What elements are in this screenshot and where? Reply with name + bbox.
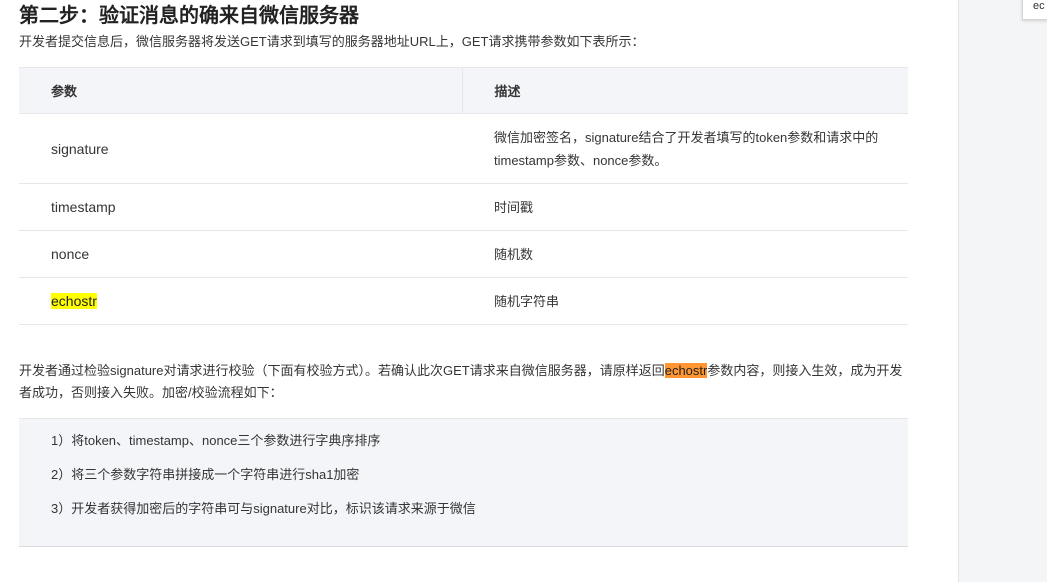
intro-text: 开发者提交信息后，微信服务器将发送GET请求到填写的服务器地址URL上，GET请… xyxy=(19,34,645,49)
table-header-row: 参数 描述 xyxy=(19,67,908,114)
right-sidebar xyxy=(958,0,1047,582)
table-row: echostr 随机字符串 xyxy=(19,277,908,325)
verification-paragraph: 开发者通过检验signature对请求进行校验（下面有校验方式）。若确认此次GE… xyxy=(19,360,908,404)
header-desc: 描述 xyxy=(461,67,908,114)
table-row: timestamp 时间戳 xyxy=(19,183,908,231)
page: 第二步：验证消息的确来自微信服务器 开发者提交信息后，微信服务器将发送GET请求… xyxy=(0,0,1047,582)
param-desc: 微信加密签名，signature结合了开发者填写的token参数和请求中的tim… xyxy=(462,113,908,184)
param-name: signature xyxy=(19,113,462,184)
param-name: timestamp xyxy=(19,183,462,231)
param-name: nonce xyxy=(19,230,462,278)
table-row: signature 微信加密签名，signature结合了开发者填写的token… xyxy=(19,113,908,184)
section-title: 第二步：验证消息的确来自微信服务器 xyxy=(19,5,359,27)
step-item: 2）将三个参数字符串拼接成一个字符串进行sha1加密 xyxy=(51,467,360,482)
header-param: 参数 xyxy=(19,67,462,114)
find-bar-input[interactable]: ec xyxy=(1022,0,1047,20)
active-search-match-highlight: echostr xyxy=(664,363,708,378)
params-table: 参数 描述 signature 微信加密签名，signature结合了开发者填写… xyxy=(19,67,908,325)
steps-block: 1）将token、timestamp、nonce三个参数进行字典序排序 2）将三… xyxy=(19,418,908,547)
table-row: nonce 随机数 xyxy=(19,230,908,278)
param-name-cell: echostr xyxy=(19,277,462,325)
param-desc: 随机字符串 xyxy=(462,277,908,325)
param-desc: 时间戳 xyxy=(462,183,908,231)
paragraph-text-before: 开发者通过检验signature对请求进行校验（下面有校验方式）。若确认此次GE… xyxy=(19,363,665,378)
param-desc: 随机数 xyxy=(462,230,908,278)
step-item: 3）开发者获得加密后的字符串可与signature对比，标识该请求来源于微信 xyxy=(51,501,476,516)
search-match-highlight: echostr xyxy=(51,293,97,309)
step-item: 1）将token、timestamp、nonce三个参数进行字典序排序 xyxy=(51,433,381,448)
